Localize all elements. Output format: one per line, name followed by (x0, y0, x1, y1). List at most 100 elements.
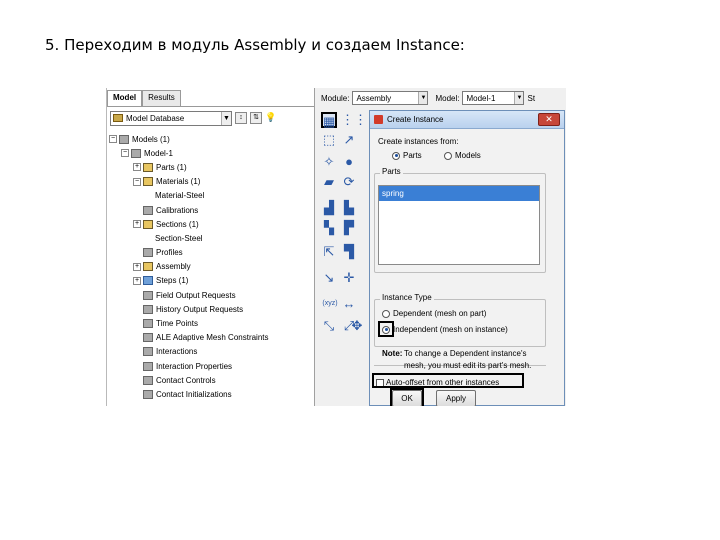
toolbox-tool[interactable]: ⬚ (321, 132, 337, 148)
apply-button[interactable]: Apply (436, 390, 476, 406)
tree-item[interactable]: Profiles (109, 246, 314, 260)
tree-item-label: Materials (1) (156, 177, 201, 187)
tree-node-icon (143, 304, 153, 314)
tree-item[interactable]: − Models (1) (109, 132, 314, 146)
option-dependent[interactable]: Dependent (mesh on part) (382, 309, 486, 318)
collapse-icon[interactable]: − (109, 135, 117, 144)
tree-item[interactable]: Contact Initializations (109, 387, 314, 401)
expand-icon[interactable]: + (133, 262, 141, 271)
module-select[interactable]: Assembly ▼ (352, 91, 429, 105)
module-select-value: Assembly (356, 93, 392, 103)
database-icon (113, 114, 123, 122)
tree-node-icon (143, 219, 153, 229)
toolbox-tool[interactable]: (xyz) (319, 296, 341, 312)
collapse-icon[interactable]: − (133, 177, 141, 186)
collapse-icon[interactable]: − (121, 149, 129, 158)
option-models[interactable]: Models (444, 151, 481, 160)
tree-node-icon (143, 162, 153, 172)
chevron-down-icon[interactable]: ▼ (221, 111, 231, 125)
tab-divider (107, 106, 314, 107)
model-label: Model: (435, 93, 460, 103)
app-icon (374, 115, 383, 124)
toolbox-tool[interactable]: ▰ (321, 174, 337, 190)
tree-node-icon (143, 205, 153, 215)
toolbox-tool[interactable]: ✛ (341, 270, 357, 286)
highlight-box (372, 373, 524, 388)
tree-item[interactable]: Calibrations (109, 203, 314, 217)
collapse-tree-button[interactable]: ⇅ (250, 112, 262, 124)
tree-item[interactable]: Field Output Requests (109, 288, 314, 302)
tree-item[interactable]: Interactions (109, 345, 314, 359)
toolbox-tool[interactable]: ↘ (321, 270, 337, 286)
tree-item-label: Calibrations (156, 205, 199, 215)
tree-item-label: Steps (1) (156, 276, 189, 286)
toolbox-tool[interactable]: ⇱ (321, 244, 337, 260)
tree-item[interactable]: Interaction Properties (109, 359, 314, 373)
tree-item[interactable]: Time Points (109, 316, 314, 330)
tree-node-icon (143, 319, 153, 329)
database-row: Model Database ▼ ↕ ⇅ 💡 (110, 110, 277, 126)
tree-item[interactable]: + Parts (1) (109, 160, 314, 174)
option-independent[interactable]: Independent (mesh on instance) (382, 325, 508, 334)
tree-item[interactable]: + Sections (1) (109, 217, 314, 231)
toolbox-tool[interactable]: ✧ (321, 154, 337, 170)
toolbox-tool[interactable]: ● (341, 154, 357, 170)
tree-item-label: Profiles (156, 248, 183, 258)
list-item[interactable]: spring (379, 186, 539, 201)
toolbox-tool[interactable]: ↗ (341, 132, 357, 148)
tree-item-label: Section-Steel (155, 233, 203, 243)
radio-dependent[interactable] (382, 309, 390, 318)
tree-item-label: History Output Requests (156, 304, 244, 314)
database-select[interactable]: Model Database ▼ (110, 110, 232, 126)
lightbulb-icon[interactable]: 💡 (265, 112, 277, 124)
model-tree-panel: Model Results Model Database ▼ ↕ ⇅ 💡 − Mo… (107, 88, 315, 406)
radio-parts[interactable] (392, 151, 400, 160)
chevron-down-icon[interactable]: ▼ (514, 92, 524, 104)
toolbox-tool[interactable]: ▛ (341, 220, 357, 236)
tree-item[interactable]: Material-Steel (109, 189, 314, 203)
option-parts[interactable]: Parts (392, 151, 422, 160)
radio-models[interactable] (444, 151, 452, 160)
dialog-title-bar: Create Instance ✕ (370, 111, 564, 129)
tab-results[interactable]: Results (142, 90, 181, 106)
tree-item[interactable]: Contact Controls (109, 373, 314, 387)
tree-node-icon (143, 347, 153, 357)
tree-item[interactable]: + Assembly (109, 260, 314, 274)
tree-node-icon (119, 134, 129, 144)
model-tree: − Models (1) − Model-1 + Parts (1) − Materials … (109, 132, 314, 402)
toolbox-tool[interactable]: ↔ (341, 296, 357, 312)
toolbox-tool[interactable]: ⤡ (321, 318, 337, 334)
expand-icon[interactable]: + (133, 220, 141, 229)
tree-item-label: Time Points (156, 319, 198, 329)
toolbox-tool[interactable]: ▜ (341, 244, 357, 260)
dialog-title: Create Instance (387, 115, 444, 124)
expand-tree-button[interactable]: ↕ (235, 112, 247, 124)
tree-item[interactable]: − Materials (1) (109, 175, 314, 189)
highlight-box (390, 388, 424, 406)
create-instance-tool[interactable]: ▦ (321, 112, 337, 129)
tree-item[interactable]: Section-Steel (109, 231, 314, 245)
toolbox-tool[interactable]: ▚ (321, 220, 337, 236)
tree-item-label: Assembly (156, 262, 191, 272)
parts-list[interactable]: spring (378, 185, 540, 265)
toolbox-tool[interactable]: ▟ (321, 200, 337, 216)
tree-node-icon (143, 248, 153, 258)
close-button[interactable]: ✕ (538, 113, 560, 126)
model-select[interactable]: Model-1 ▼ (462, 91, 525, 105)
tree-item-label: Interactions (156, 347, 198, 357)
chevron-down-icon[interactable]: ▼ (418, 92, 428, 104)
expand-icon[interactable]: + (133, 276, 141, 285)
tree-item[interactable]: + Steps (1) (109, 274, 314, 288)
expand-icon[interactable]: + (133, 163, 141, 172)
toolbox-tool[interactable]: ▙ (341, 200, 357, 216)
tree-item-label: Model-1 (144, 148, 173, 158)
toolbox-tool[interactable]: ⋮⋮ (341, 112, 367, 128)
toolbox-tool[interactable]: ⟳ (341, 174, 357, 190)
toolbox-tool[interactable]: ✥ (349, 318, 365, 334)
tab-model[interactable]: Model (107, 90, 143, 106)
tree-item[interactable]: History Output Requests (109, 302, 314, 316)
parts-group-title: Parts (380, 167, 403, 176)
create-from-label: Create instances from: (378, 137, 459, 146)
tree-item[interactable]: ALE Adaptive Mesh Constraints (109, 331, 314, 345)
tree-item[interactable]: − Model-1 (109, 146, 314, 160)
